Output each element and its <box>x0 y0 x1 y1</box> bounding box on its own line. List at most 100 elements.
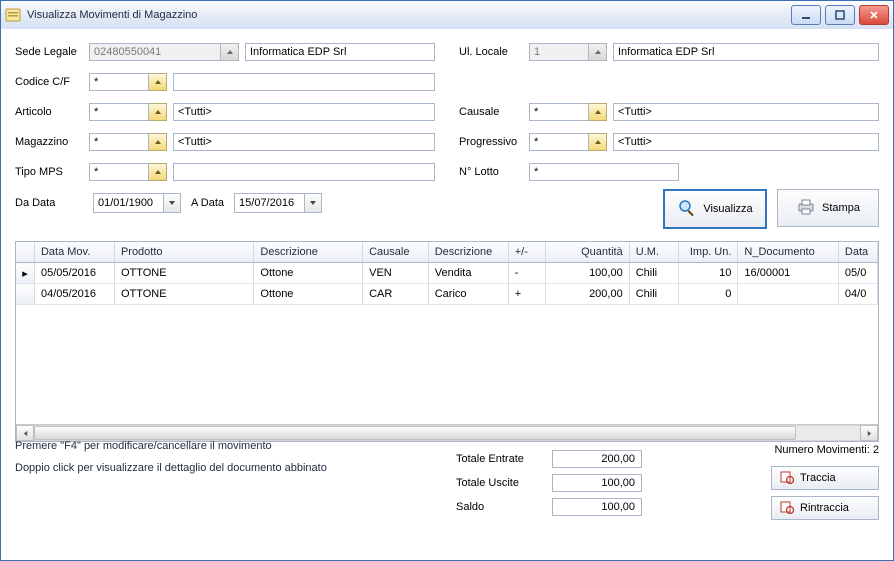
n-lotto-input[interactable] <box>529 163 679 181</box>
progressivo-label: Progressivo <box>459 136 523 148</box>
count-value: 2 <box>873 444 879 456</box>
col-causale[interactable]: Causale <box>363 242 429 263</box>
cell-n-documento <box>738 284 839 305</box>
cell-causale: VEN <box>363 263 429 284</box>
codice-cf-code[interactable] <box>89 73 149 91</box>
totale-uscite-label: Totale Uscite <box>456 477 552 489</box>
progressivo-code[interactable] <box>529 133 589 151</box>
cell-um: Chili <box>629 263 678 284</box>
close-button[interactable] <box>859 5 889 25</box>
visualizza-label: Visualizza <box>703 203 752 215</box>
retrace-icon <box>780 500 794 517</box>
progressivo-picker[interactable] <box>589 133 607 151</box>
cell-imp-un: 0 <box>678 284 737 305</box>
tipo-mps-picker[interactable] <box>149 163 167 181</box>
minimize-button[interactable] <box>791 5 821 25</box>
window-controls <box>791 5 889 25</box>
cell-causale: CAR <box>363 284 429 305</box>
grid-header-row: Data Mov. Prodotto Descrizione Causale D… <box>16 242 878 263</box>
ul-locale-desc: Informatica EDP Srl <box>613 43 879 61</box>
col-prodotto[interactable]: Prodotto <box>114 242 253 263</box>
row-indicator[interactable]: ▸ <box>16 263 34 284</box>
hint-f4: Premere "F4" per modificare/cancellare i… <box>15 440 327 452</box>
printer-icon <box>796 197 816 220</box>
col-imp-un[interactable]: Imp. Un. <box>678 242 737 263</box>
ul-locale-label: Ul. Locale <box>459 46 523 58</box>
articolo-code[interactable] <box>89 103 149 121</box>
codice-cf-desc <box>173 73 435 91</box>
sede-legale-picker[interactable] <box>221 43 239 61</box>
causale-code[interactable] <box>529 103 589 121</box>
row-selector-header[interactable] <box>16 242 34 263</box>
articolo-label: Articolo <box>15 106 83 118</box>
da-data-dropdown[interactable] <box>163 193 181 213</box>
col-data-doc[interactable]: Data <box>838 242 877 263</box>
maximize-button[interactable] <box>825 5 855 25</box>
codice-cf-picker[interactable] <box>149 73 167 91</box>
titlebar: Visualizza Movimenti di Magazzino <box>1 1 893 30</box>
a-data-input[interactable] <box>234 193 304 213</box>
ul-locale-code <box>529 43 589 61</box>
grid-row[interactable]: ▸ 05/05/2016 OTTONE Ottone VEN Vendita -… <box>16 263 878 284</box>
col-descr-caus[interactable]: Descrizione <box>428 242 508 263</box>
count-label: Numero Movimenti: <box>774 444 869 456</box>
scroll-thumb[interactable] <box>34 426 796 440</box>
col-data-mov[interactable]: Data Mov. <box>34 242 114 263</box>
codice-cf-label: Codice C/F <box>15 76 83 88</box>
totale-entrate-label: Totale Entrate <box>456 453 552 465</box>
cell-imp-un: 10 <box>678 263 737 284</box>
scroll-left-icon[interactable] <box>16 425 34 441</box>
cell-descr-caus: Carico <box>428 284 508 305</box>
scroll-right-icon[interactable] <box>860 425 878 441</box>
cell-prodotto: OTTONE <box>114 284 253 305</box>
cell-quantita: 200,00 <box>545 284 629 305</box>
scroll-track[interactable] <box>34 425 860 441</box>
stampa-button[interactable]: Stampa <box>777 189 879 227</box>
saldo-label: Saldo <box>456 501 552 513</box>
col-n-documento[interactable]: N_Documento <box>738 242 839 263</box>
movement-count: Numero Movimenti: 2 <box>774 444 879 456</box>
a-data-dropdown[interactable] <box>304 193 322 213</box>
col-descrizione[interactable]: Descrizione <box>254 242 363 263</box>
cell-prodotto: OTTONE <box>114 263 253 284</box>
sede-legale-code <box>89 43 221 61</box>
da-data-input[interactable] <box>93 193 163 213</box>
magazzino-code[interactable] <box>89 133 149 151</box>
rintraccia-button[interactable]: Rintraccia <box>771 496 879 520</box>
magazzino-picker[interactable] <box>149 133 167 151</box>
filter-left-column: Sede Legale Informatica EDP Srl Codice C… <box>15 39 435 189</box>
stampa-label: Stampa <box>822 202 860 214</box>
cell-n-documento: 16/00001 <box>738 263 839 284</box>
trace-icon <box>780 470 794 487</box>
n-lotto-label: N° Lotto <box>459 166 523 178</box>
movements-grid: Data Mov. Prodotto Descrizione Causale D… <box>15 241 879 442</box>
grid-horizontal-scrollbar[interactable] <box>16 424 878 441</box>
row-indicator[interactable] <box>16 284 34 305</box>
articolo-picker[interactable] <box>149 103 167 121</box>
totals-panel: Totale Entrate Totale Uscite Saldo <box>456 448 642 520</box>
visualizza-button[interactable]: Visualizza <box>663 189 767 229</box>
right-footer: Numero Movimenti: 2 Traccia Rintraccia <box>771 444 879 520</box>
magazzino-desc: <Tutti> <box>173 133 435 151</box>
hints: Premere "F4" per modificare/cancellare i… <box>15 440 327 484</box>
sede-legale-desc: Informatica EDP Srl <box>245 43 435 61</box>
totale-entrate-value <box>552 450 642 468</box>
causale-picker[interactable] <box>589 103 607 121</box>
cell-descrizione: Ottone <box>254 284 363 305</box>
traccia-button[interactable]: Traccia <box>771 466 879 490</box>
totale-uscite-value <box>552 474 642 492</box>
magazzino-label: Magazzino <box>15 136 83 148</box>
col-segno[interactable]: +/- <box>508 242 545 263</box>
col-quantita[interactable]: Quantità <box>545 242 629 263</box>
cell-descr-caus: Vendita <box>428 263 508 284</box>
col-um[interactable]: U.M. <box>629 242 678 263</box>
ul-locale-picker[interactable] <box>589 43 607 61</box>
a-data-label: A Data <box>191 197 224 209</box>
grid-row[interactable]: 04/05/2016 OTTONE Ottone CAR Carico + 20… <box>16 284 878 305</box>
window-title: Visualizza Movimenti di Magazzino <box>27 9 791 21</box>
cell-data-doc: 04/0 <box>838 284 877 305</box>
saldo-value <box>552 498 642 516</box>
tipo-mps-code[interactable] <box>89 163 149 181</box>
filter-right-column: Ul. Locale Informatica EDP Srl Causale <… <box>459 39 879 189</box>
cell-segno: + <box>508 284 545 305</box>
